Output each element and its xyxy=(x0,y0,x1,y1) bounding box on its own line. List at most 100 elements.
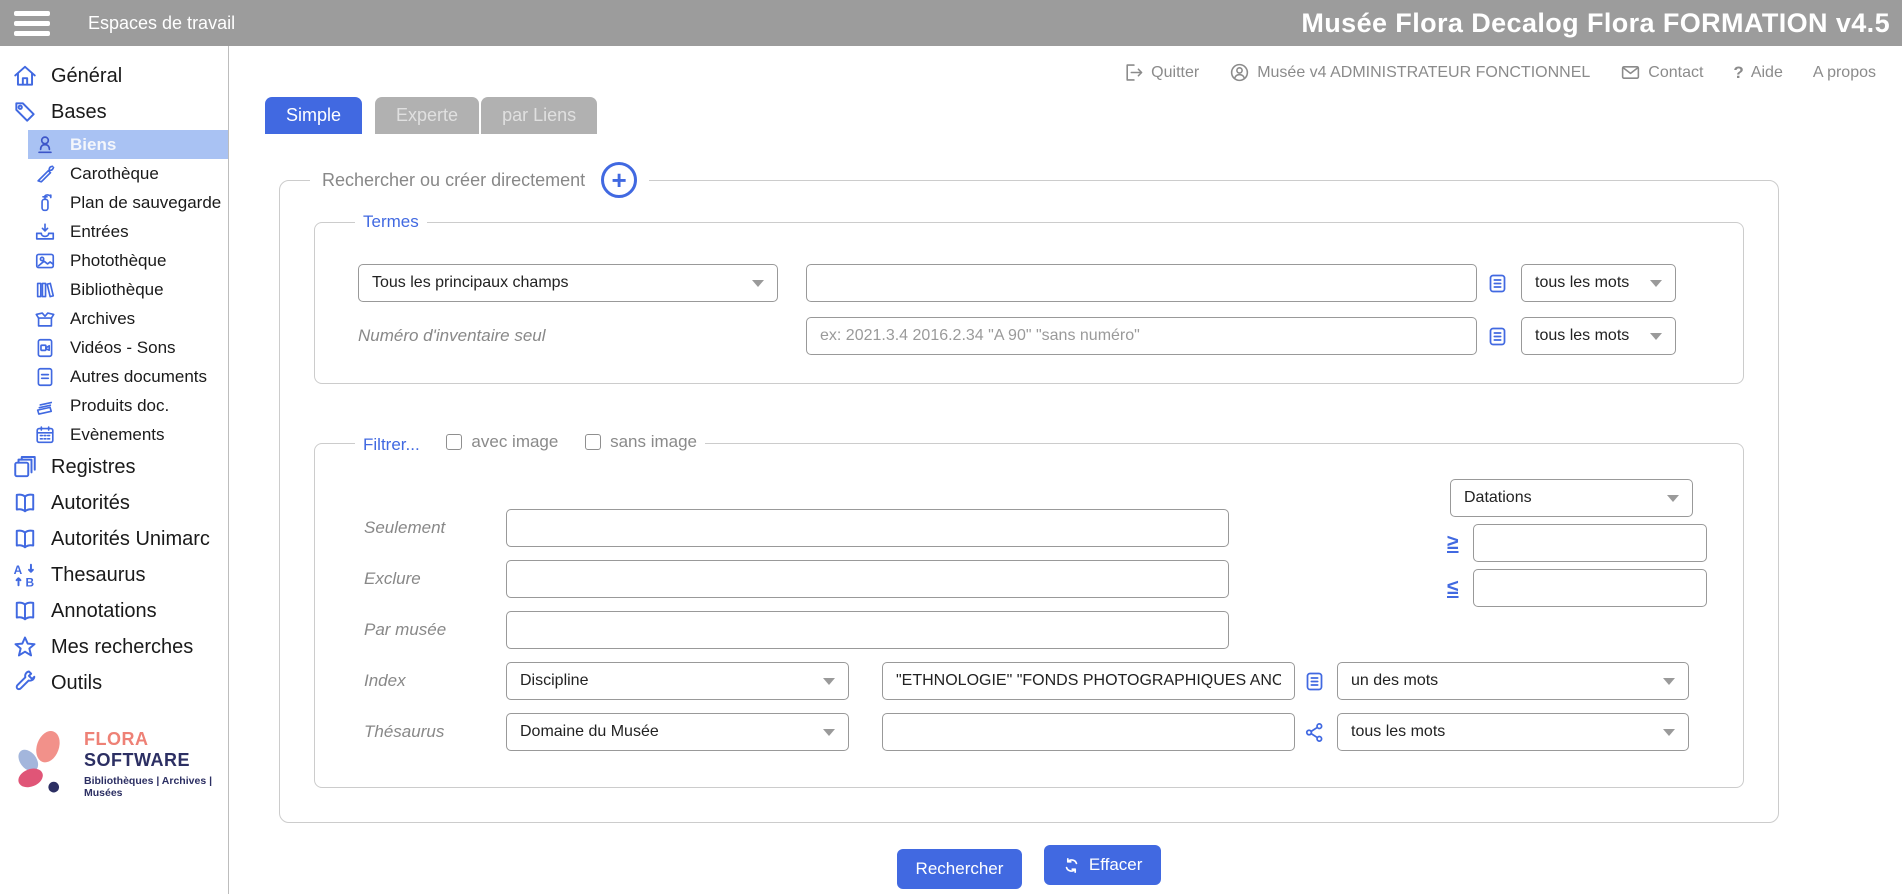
books-icon xyxy=(34,279,56,301)
sidebar-item-label: Registres xyxy=(51,456,135,479)
thesaurus-value-input[interactable] xyxy=(882,713,1295,751)
envelope-icon xyxy=(1620,62,1641,83)
sidebar-item-thesaurus[interactable]: ABThesaurus xyxy=(0,557,228,593)
topbar: Espaces de travail Musée Flora Decalog F… xyxy=(0,0,1902,46)
sidebar-item-bibliotheque[interactable]: Bibliothèque xyxy=(28,275,228,304)
exclure-input[interactable] xyxy=(506,560,1229,598)
chevron-down-icon xyxy=(1663,678,1675,685)
par-musee-input[interactable] xyxy=(506,611,1229,649)
chevron-down-icon xyxy=(823,678,835,685)
calendar-icon xyxy=(34,424,56,446)
tab-simple[interactable]: Simple xyxy=(265,97,362,134)
sidebar-item-label: Biens xyxy=(70,135,116,155)
index-match-select[interactable]: un des mots xyxy=(1337,662,1689,700)
openbook-icon xyxy=(12,526,38,552)
search-panel-title: Rechercher ou créer directement xyxy=(322,170,585,191)
logo-brand: FLORA SOFTWARE xyxy=(84,729,222,771)
logo-tagline: Bibliothèques | Archives | Musées xyxy=(84,775,222,799)
date-to-input[interactable] xyxy=(1473,569,1707,607)
sidebar-item-label: Bases xyxy=(51,101,107,124)
logout-icon xyxy=(1123,62,1144,83)
sidebar-item-label: Vidéos - Sons xyxy=(70,338,176,358)
index-list-icon[interactable] xyxy=(1304,671,1325,692)
video-icon xyxy=(34,337,56,359)
app-title: Musée Flora Decalog Flora FORMATION v4.5 xyxy=(1301,8,1890,39)
sidebar-item-mes-recherches[interactable]: Mes recherches xyxy=(0,629,228,665)
carrot-icon xyxy=(34,163,56,185)
avec-image-option[interactable]: avec image xyxy=(446,432,558,452)
create-plus-button[interactable]: + xyxy=(601,162,637,198)
termes-legend: Termes xyxy=(355,212,427,232)
sidebar-item-label: Annotations xyxy=(51,600,157,623)
aide-button[interactable]: ? Aide xyxy=(1733,63,1782,83)
termes-fieldset: Termes Tous les principaux champs tous l… xyxy=(314,212,1744,384)
sidebar-item-carotheque[interactable]: Carothèque xyxy=(28,159,228,188)
rechercher-button[interactable]: Rechercher xyxy=(897,849,1023,889)
effacer-button[interactable]: Effacer xyxy=(1044,845,1162,885)
chevron-down-icon xyxy=(1667,495,1679,502)
home-icon xyxy=(12,63,38,89)
a-propos-button[interactable]: A propos xyxy=(1813,64,1876,82)
sidebar-item-archives[interactable]: Archives xyxy=(28,304,228,333)
photo-icon xyxy=(34,250,56,272)
hierarchy-share-icon[interactable] xyxy=(1304,722,1325,743)
sidebar-item-label: Evènements xyxy=(70,425,165,445)
sidebar-item-label: Photothèque xyxy=(70,251,166,271)
sidebar-item-label: Outils xyxy=(51,672,102,695)
index-list-icon[interactable] xyxy=(1487,326,1508,347)
sidebar-item-autres-documents[interactable]: Autres documents xyxy=(28,362,228,391)
sidebar-item-autorites[interactable]: Autorités xyxy=(0,485,228,521)
contact-button[interactable]: Contact xyxy=(1620,62,1703,83)
current-user[interactable]: Musée v4 ADMINISTRATEUR FONCTIONNEL xyxy=(1229,62,1590,83)
sortab-icon: AB xyxy=(12,562,38,588)
search-panel-legend: Rechercher ou créer directement + xyxy=(310,162,649,198)
sidebar-item-outils[interactable]: Outils xyxy=(0,665,228,701)
flora-software-logo: FLORA SOFTWARE Bibliothèques | Archives … xyxy=(4,727,222,801)
bust-icon xyxy=(34,134,56,156)
sidebar-item-phototheque[interactable]: Photothèque xyxy=(28,246,228,275)
date-from-input[interactable] xyxy=(1473,524,1707,562)
tab-par-liens[interactable]: par Liens xyxy=(481,97,597,134)
chevron-down-icon xyxy=(1650,280,1662,287)
datations-block: Datations ≥ ≤ xyxy=(1447,479,1693,607)
hamburger-menu-icon[interactable] xyxy=(10,7,54,40)
field-select[interactable]: Tous les principaux champs xyxy=(358,264,778,302)
thesaurus-match-select[interactable]: tous les mots xyxy=(1337,713,1689,751)
sidebar-item-registres[interactable]: Registres xyxy=(0,449,228,485)
terms-match-select[interactable]: tous les mots xyxy=(1521,264,1676,302)
sidebar-item-bases[interactable]: Bases xyxy=(0,94,228,130)
sidebar-item-entrees[interactable]: Entrées xyxy=(28,217,228,246)
sidebar-item-annotations[interactable]: Annotations xyxy=(0,593,228,629)
thesaurus-label: Thésaurus xyxy=(364,722,506,742)
sidebar-item-biens[interactable]: Biens xyxy=(28,130,228,159)
refresh-icon xyxy=(1063,857,1080,874)
avec-image-checkbox[interactable] xyxy=(446,434,462,450)
tab-experte[interactable]: Experte xyxy=(375,97,479,134)
openbook-icon xyxy=(12,490,38,516)
search-panel: Rechercher ou créer directement + Termes… xyxy=(279,162,1779,823)
sidebar-item-autorites-unimarc[interactable]: Autorités Unimarc xyxy=(0,521,228,557)
sans-image-checkbox[interactable] xyxy=(585,434,601,450)
index-value-input[interactable] xyxy=(882,662,1295,700)
inventory-input[interactable] xyxy=(806,317,1477,355)
filtrer-fieldset: Filtrer... avec image sans image Seuleme… xyxy=(314,432,1744,788)
inventory-match-select[interactable]: tous les mots xyxy=(1521,317,1676,355)
sidebar-item-videos-sons[interactable]: Vidéos - Sons xyxy=(28,333,228,362)
sidebar-item-label: Entrées xyxy=(70,222,129,242)
sidebar-item-evenements[interactable]: Evènements xyxy=(28,420,228,449)
sidebar-item-label: Produits doc. xyxy=(70,396,169,416)
chevron-down-icon xyxy=(1663,729,1675,736)
sidebar-item-label: Carothèque xyxy=(70,164,159,184)
index-list-icon[interactable] xyxy=(1487,273,1508,294)
datations-select[interactable]: Datations xyxy=(1450,479,1693,517)
sans-image-option[interactable]: sans image xyxy=(585,432,697,452)
sidebar-item-general[interactable]: Général xyxy=(0,58,228,94)
sidebar-item-produits-doc[interactable]: Produits doc. xyxy=(28,391,228,420)
index-select[interactable]: Discipline xyxy=(506,662,849,700)
terms-input[interactable] xyxy=(806,264,1477,302)
seulement-input[interactable] xyxy=(506,509,1229,547)
gte-symbol: ≥ xyxy=(1447,531,1473,555)
quitter-button[interactable]: Quitter xyxy=(1123,62,1199,83)
sidebar-item-plan-de-sauvegarde[interactable]: Plan de sauvegarde xyxy=(28,188,228,217)
thesaurus-select[interactable]: Domaine du Musée xyxy=(506,713,849,751)
